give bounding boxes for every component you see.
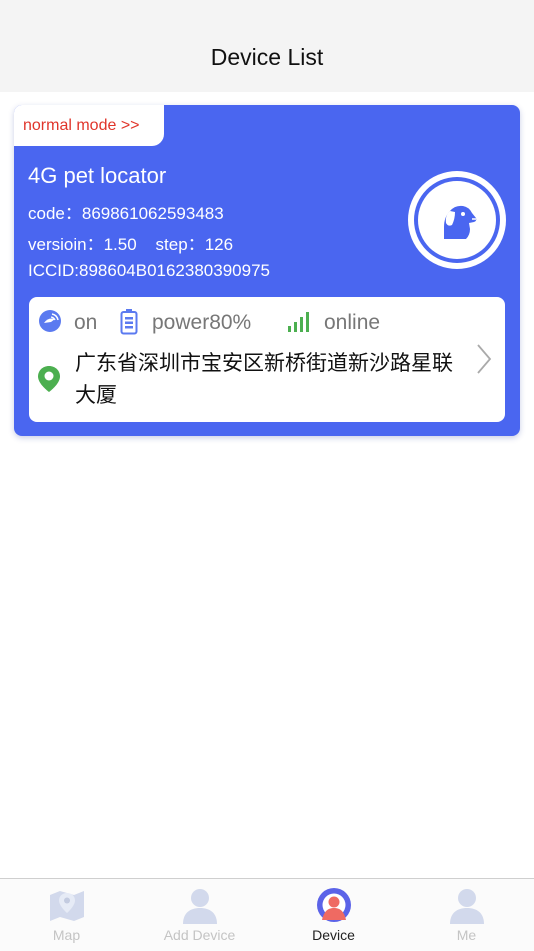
map-icon: [49, 891, 84, 921]
gps-status: on: [74, 311, 98, 334]
header: Device List: [0, 0, 534, 92]
tab-map-label: Map: [52, 927, 81, 943]
power-status: power80%: [152, 311, 252, 334]
tab-add-device-label: Add Device: [163, 927, 236, 943]
device-code: code：869861062593483: [28, 204, 224, 223]
signal-icon: [288, 312, 309, 332]
device-card[interactable]: normal mode >> 4G pet locator code：86986…: [14, 105, 520, 436]
tab-me[interactable]: Me: [400, 879, 533, 951]
tab-bar: Map Add Device Device Me: [0, 878, 534, 951]
chevron-right-icon[interactable]: [475, 343, 493, 375]
page-title: Device List: [210, 44, 324, 70]
tab-me-label: Me: [456, 927, 477, 943]
device-icon: [316, 888, 351, 922]
mode-button[interactable]: normal mode >>: [14, 105, 164, 146]
device-address: 广东省深圳市宝安区新桥街道新沙路星联大厦: [75, 351, 453, 407]
network-status: online: [324, 311, 381, 334]
status-row: on power80% online: [29, 309, 505, 335]
location-pin-icon: [38, 366, 60, 392]
device-iccid: ICCID:898604B0162380390975: [28, 261, 270, 280]
tab-map[interactable]: Map: [0, 879, 133, 951]
tab-device[interactable]: Device: [267, 879, 400, 951]
tab-device-label: Device: [312, 927, 355, 943]
person-icon: [449, 889, 484, 924]
device-name: 4G pet locator: [28, 163, 167, 188]
tab-add-device[interactable]: Add Device: [133, 879, 266, 951]
device-version-step: versioin：1.50 step：126: [28, 235, 234, 254]
person-icon: [182, 889, 217, 924]
device-info-panel[interactable]: on power80% online 广东省深圳市宝安区新桥街道新沙路星联大厦: [29, 297, 505, 422]
dog-icon: [444, 205, 477, 239]
device-avatar[interactable]: [408, 171, 506, 269]
battery-icon: [120, 309, 138, 335]
gps-icon: [39, 310, 61, 332]
